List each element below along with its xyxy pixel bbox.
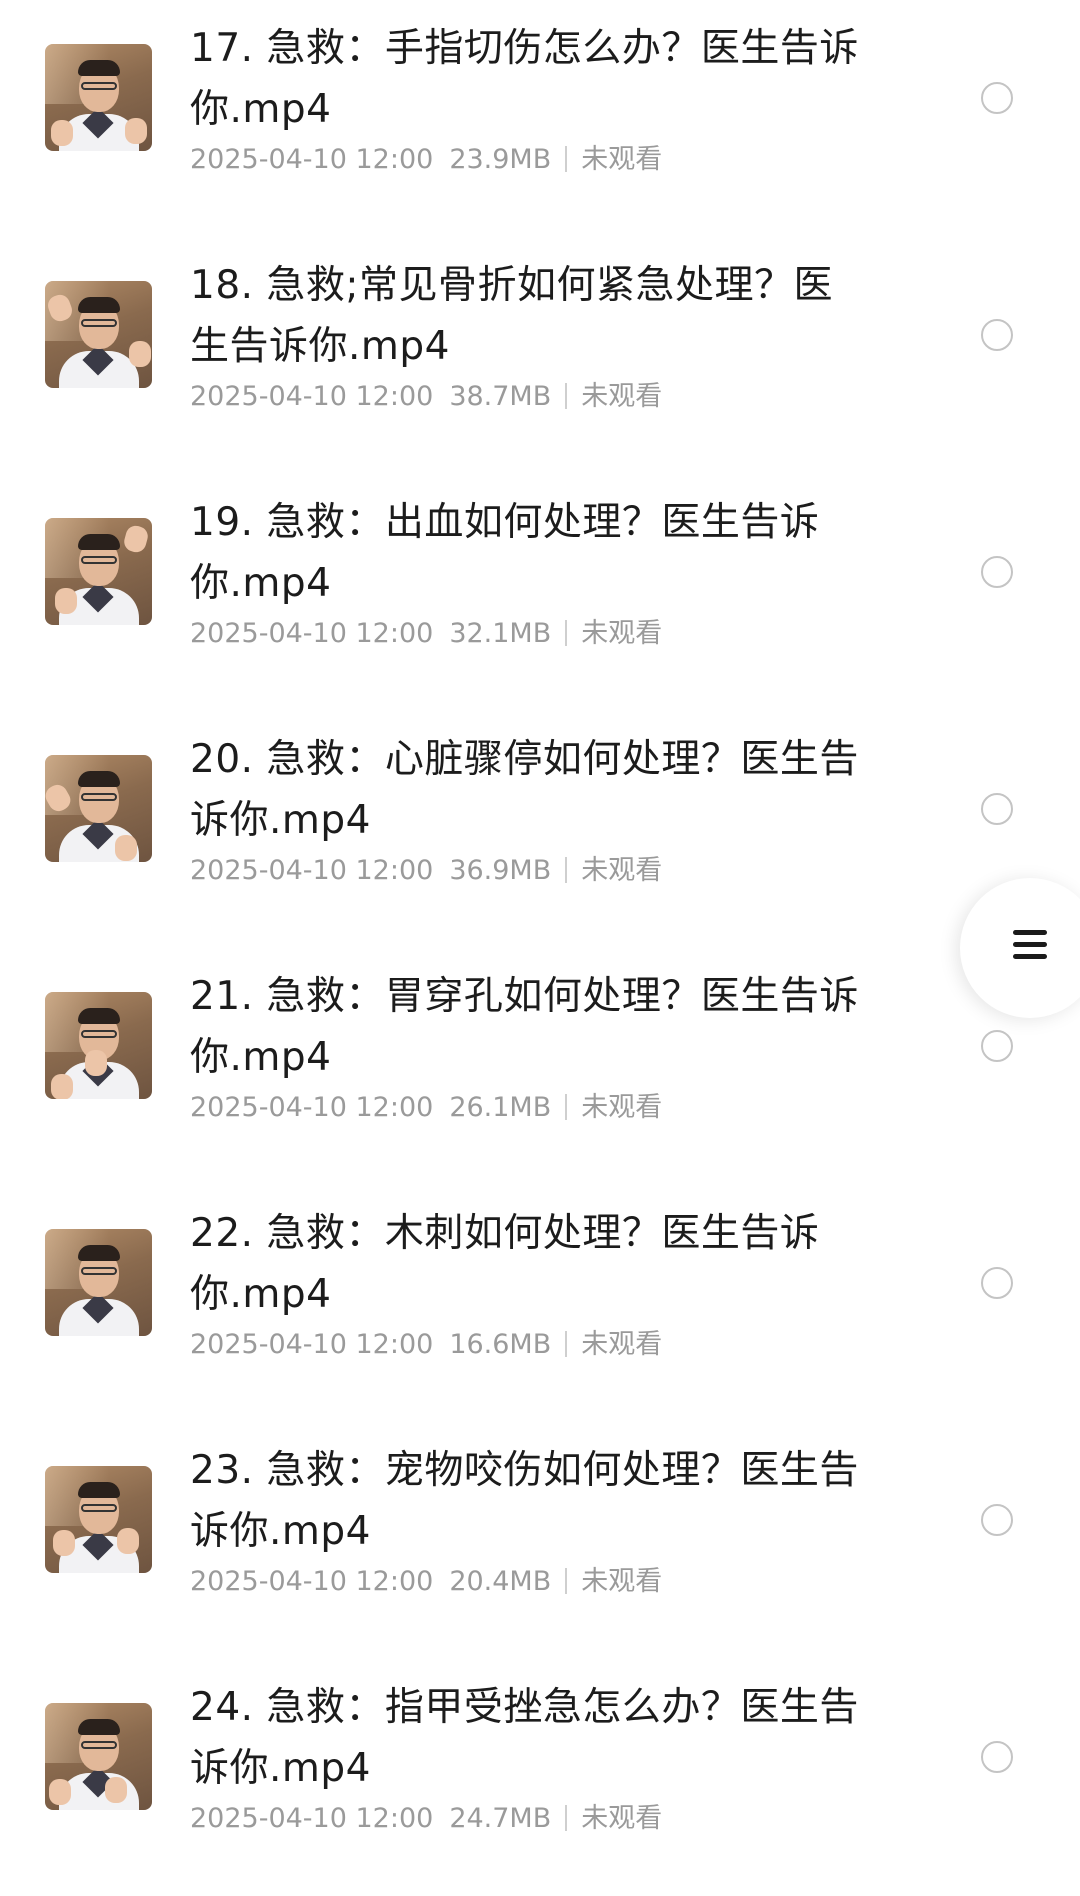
list-item[interactable]: 21. 急救：胃穿孔如何处理？医生告诉你.mp4 2025-04-10 12:0… — [0, 948, 1080, 1185]
select-radio[interactable] — [981, 82, 1013, 114]
video-title[interactable]: 23. 急救：宠物咬伤如何处理？医生告诉你.mp4 — [190, 1440, 870, 1562]
select-radio[interactable] — [981, 1030, 1013, 1062]
video-meta: 2025-04-10 12:00 32.1MB 未观看 — [190, 617, 662, 651]
video-size: 16.6MB — [449, 1329, 552, 1360]
video-size: 38.7MB — [449, 381, 552, 412]
video-date: 2025-04-10 12:00 — [190, 618, 434, 649]
video-thumbnail[interactable] — [45, 518, 152, 625]
list-item[interactable]: 22. 急救：木刺如何处理？医生告诉你.mp4 2025-04-10 12:00… — [0, 1185, 1080, 1422]
meta-divider — [565, 1567, 568, 1594]
meta-divider — [565, 856, 568, 883]
video-size: 24.7MB — [449, 1803, 552, 1834]
video-size: 23.9MB — [449, 144, 552, 175]
select-radio[interactable] — [981, 1504, 1013, 1536]
watch-status: 未观看 — [581, 1329, 663, 1360]
video-thumbnail[interactable] — [45, 281, 152, 388]
video-size: 26.1MB — [449, 1092, 552, 1123]
meta-divider — [565, 145, 568, 172]
video-date: 2025-04-10 12:00 — [190, 1803, 434, 1834]
meta-divider — [565, 619, 568, 646]
video-title[interactable]: 17. 急救：手指切伤怎么办？医生告诉你.mp4 — [190, 18, 870, 140]
video-file-list: 17. 急救：手指切伤怎么办？医生告诉你.mp4 2025-04-10 12:0… — [0, 0, 1080, 1896]
video-meta: 2025-04-10 12:00 23.9MB 未观看 — [190, 143, 662, 177]
video-thumbnail[interactable] — [45, 755, 152, 862]
select-radio[interactable] — [981, 793, 1013, 825]
video-meta: 2025-04-10 12:00 16.6MB 未观看 — [190, 1328, 662, 1362]
watch-status: 未观看 — [581, 1092, 663, 1123]
video-thumbnail[interactable] — [45, 992, 152, 1099]
video-date: 2025-04-10 12:00 — [190, 381, 434, 412]
meta-divider — [565, 1804, 568, 1831]
video-size: 36.9MB — [449, 855, 552, 886]
list-item[interactable]: 19. 急救：出血如何处理？医生告诉你.mp4 2025-04-10 12:00… — [0, 474, 1080, 711]
list-item[interactable]: 20. 急救：心脏骤停如何处理？医生告诉你.mp4 2025-04-10 12:… — [0, 711, 1080, 948]
meta-divider — [565, 1093, 568, 1120]
list-item[interactable]: 18. 急救;常见骨折如何紧急处理？医生告诉你.mp4 2025-04-10 1… — [0, 237, 1080, 474]
video-title[interactable]: 21. 急救：胃穿孔如何处理？医生告诉你.mp4 — [190, 966, 870, 1088]
meta-divider — [565, 382, 568, 409]
video-title[interactable]: 18. 急救;常见骨折如何紧急处理？医生告诉你.mp4 — [190, 255, 870, 377]
video-thumbnail[interactable] — [45, 1703, 152, 1810]
watch-status: 未观看 — [581, 1803, 663, 1834]
video-thumbnail[interactable] — [45, 44, 152, 151]
list-item[interactable]: 23. 急救：宠物咬伤如何处理？医生告诉你.mp4 2025-04-10 12:… — [0, 1422, 1080, 1659]
video-meta: 2025-04-10 12:00 20.4MB 未观看 — [190, 1565, 662, 1599]
select-radio[interactable] — [981, 319, 1013, 351]
video-date: 2025-04-10 12:00 — [190, 855, 434, 886]
watch-status: 未观看 — [581, 1566, 663, 1597]
select-radio[interactable] — [981, 1741, 1013, 1773]
meta-divider — [565, 1330, 568, 1357]
video-thumbnail[interactable] — [45, 1466, 152, 1573]
video-date: 2025-04-10 12:00 — [190, 144, 434, 175]
video-title[interactable]: 20. 急救：心脏骤停如何处理？医生告诉你.mp4 — [190, 729, 870, 851]
video-meta: 2025-04-10 12:00 26.1MB 未观看 — [190, 1091, 662, 1125]
video-meta: 2025-04-10 12:00 36.9MB 未观看 — [190, 854, 662, 888]
video-meta: 2025-04-10 12:00 38.7MB 未观看 — [190, 380, 662, 414]
watch-status: 未观看 — [581, 381, 663, 412]
video-meta: 2025-04-10 12:00 24.7MB 未观看 — [190, 1802, 662, 1836]
video-date: 2025-04-10 12:00 — [190, 1566, 434, 1597]
list-item[interactable]: 17. 急救：手指切伤怎么办？医生告诉你.mp4 2025-04-10 12:0… — [0, 0, 1080, 237]
video-size: 32.1MB — [449, 618, 552, 649]
select-radio[interactable] — [981, 556, 1013, 588]
select-radio[interactable] — [981, 1267, 1013, 1299]
video-title[interactable]: 24. 急救：指甲受挫急怎么办？医生告诉你.mp4 — [190, 1677, 870, 1799]
video-size: 20.4MB — [449, 1566, 552, 1597]
video-date: 2025-04-10 12:00 — [190, 1092, 434, 1123]
video-title[interactable]: 22. 急救：木刺如何处理？医生告诉你.mp4 — [190, 1203, 870, 1325]
watch-status: 未观看 — [581, 618, 663, 649]
list-item[interactable]: 24. 急救：指甲受挫急怎么办？医生告诉你.mp4 2025-04-10 12:… — [0, 1659, 1080, 1896]
video-title[interactable]: 19. 急救：出血如何处理？医生告诉你.mp4 — [190, 492, 870, 614]
video-date: 2025-04-10 12:00 — [190, 1329, 434, 1360]
video-thumbnail[interactable] — [45, 1229, 152, 1336]
watch-status: 未观看 — [581, 855, 663, 886]
watch-status: 未观看 — [581, 144, 663, 175]
